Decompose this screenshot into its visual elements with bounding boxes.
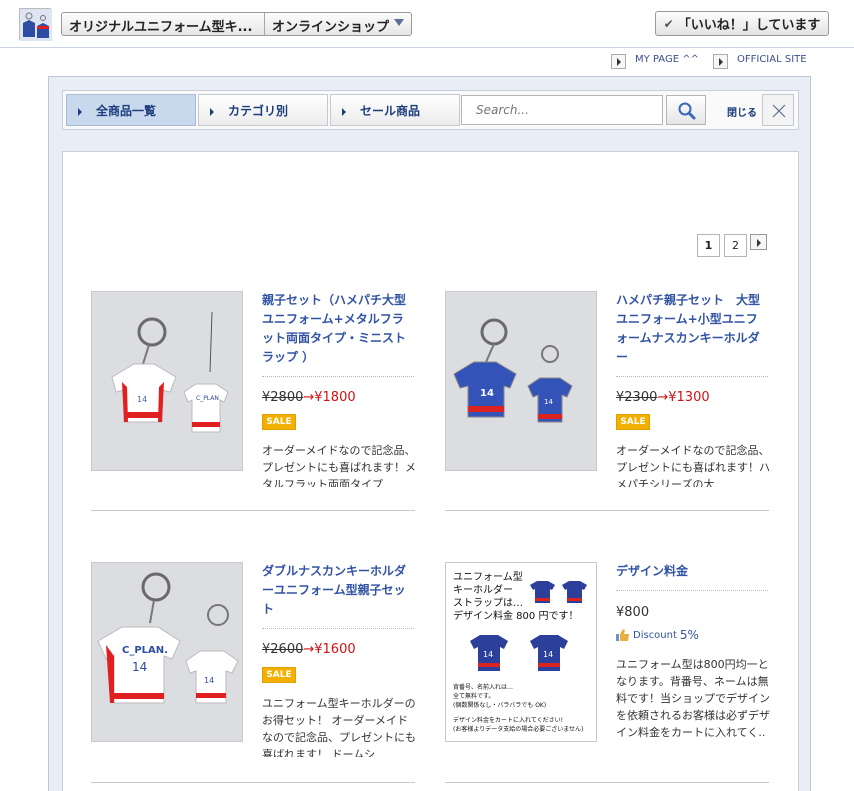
search-icon bbox=[678, 102, 696, 120]
discount-label: Discount bbox=[633, 629, 677, 641]
sale-price: ¥1600 bbox=[314, 642, 356, 657]
official-site-link-label[interactable]: OFFICIAL SITE bbox=[737, 54, 807, 65]
search-input[interactable] bbox=[461, 95, 663, 125]
shop-nav-bar: 全商品一覧 カテゴリ別 セール商品 閉じる bbox=[62, 90, 799, 130]
arrow-right-icon bbox=[210, 108, 214, 116]
tab-sale-items[interactable]: セール商品 bbox=[330, 94, 460, 126]
svg-text:14: 14 bbox=[204, 676, 214, 685]
design-line: デザイン料金 800 円です！ bbox=[453, 611, 579, 622]
sale-badge: SALE bbox=[262, 667, 296, 683]
tab-all-products[interactable]: 全商品一覧 bbox=[66, 94, 196, 126]
svg-text:14: 14 bbox=[543, 650, 553, 659]
svg-text:14: 14 bbox=[544, 398, 553, 406]
close-button[interactable] bbox=[762, 94, 794, 126]
search-button[interactable] bbox=[666, 95, 706, 125]
product-description: オーダーメイドなので記念品、プレゼントにも喜ばれます！メタルフラット両面タイプ bbox=[262, 444, 416, 487]
mypage-link[interactable]: MY PAGE ^^ bbox=[611, 50, 699, 69]
page-2-button[interactable]: 2 bbox=[724, 234, 747, 257]
jersey-icon bbox=[530, 581, 587, 603]
sale-price: ¥1300 bbox=[668, 390, 710, 405]
design-note: デザイン料金をカートに入れてください! bbox=[453, 717, 564, 724]
svg-text:14: 14 bbox=[480, 388, 494, 399]
product-description: ユニフォーム型キーホルダーのお得セット！ オーダーメイドなので記念品、プレゼント… bbox=[262, 697, 416, 757]
svg-text:14: 14 bbox=[132, 660, 147, 674]
divider bbox=[262, 376, 414, 377]
design-note: (お客様よりデータ支給の場合必要ございません) bbox=[453, 726, 584, 733]
next-page-button[interactable] bbox=[750, 234, 767, 250]
jersey-number: 14 bbox=[483, 650, 493, 659]
product-image[interactable]: 14 C_PLAN bbox=[91, 291, 243, 471]
arrow-right-icon bbox=[713, 54, 728, 69]
design-image-notes: 背番号、名前入れは… 全て無料です。 (個数関係なし・バラバラでも OK) デザ… bbox=[453, 683, 583, 734]
sale-badge: SALE bbox=[262, 414, 296, 430]
like-button-label: 「いいね！」しています bbox=[677, 18, 821, 33]
top-bar: オリジナルユニフォーム型キ... オンラインショップ ✔ 「いいね！」しています bbox=[0, 0, 854, 48]
sale-badge: SALE bbox=[616, 414, 650, 430]
like-button[interactable]: ✔ 「いいね！」しています bbox=[655, 11, 829, 36]
product-title-link[interactable]: 親子セット（ハメパチ大型ユニフォーム+メタルフラット両面タイプ・ミニストラップ … bbox=[262, 291, 415, 367]
close-icon bbox=[772, 104, 786, 118]
discount-value: 5% bbox=[679, 628, 699, 642]
tab-categories[interactable]: カテゴリ別 bbox=[198, 94, 328, 126]
arrow-right-icon bbox=[611, 54, 626, 69]
product-title-link[interactable]: ハメパチ親子セット 大型ユニフォーム+小型ユニフォームナスカンキーホルダー bbox=[616, 291, 769, 367]
product-title-link[interactable]: ダブルナスカンキーホルダーユニフォーム型親子セット bbox=[262, 562, 415, 619]
shop-selector[interactable]: オリジナルユニフォーム型キ... オンラインショップ bbox=[61, 12, 412, 36]
product-price: ¥2300→¥1300 bbox=[616, 390, 710, 405]
shop-name[interactable]: オリジナルユニフォーム型キ... bbox=[62, 13, 265, 35]
price-arrow: → bbox=[657, 390, 669, 405]
divider bbox=[262, 628, 414, 629]
old-price: ¥2600 bbox=[262, 642, 304, 657]
price-arrow: → bbox=[303, 642, 315, 657]
old-price: ¥2300 bbox=[616, 390, 658, 405]
design-note: 背番号、名前入れは… bbox=[453, 684, 514, 691]
product-price: ¥2800→¥1800 bbox=[262, 390, 356, 405]
product-price: ¥2600→¥1600 bbox=[262, 642, 356, 657]
product-title-link[interactable]: デザイン料金 bbox=[616, 562, 769, 581]
tab-label: カテゴリ別 bbox=[228, 103, 289, 118]
shop-type-dropdown[interactable]: オンラインショップ bbox=[265, 13, 411, 35]
row-divider bbox=[445, 510, 769, 511]
row-divider bbox=[445, 782, 769, 783]
row-divider bbox=[91, 510, 415, 511]
tab-label: セール商品 bbox=[360, 103, 421, 118]
product-description: ユニフォーム型は800円均一となります。背番号、ネームは無料です！当ショップでデ… bbox=[616, 658, 770, 739]
discount-badge: Discount 5% bbox=[616, 628, 699, 642]
product-image[interactable]: ユニフォーム型 キーホルダー ストラップは… デザイン料金 800 円です！ 1… bbox=[445, 562, 597, 742]
chevron-down-icon[interactable] bbox=[394, 19, 404, 26]
shop-avatar[interactable] bbox=[19, 8, 52, 41]
sale-price: ¥1800 bbox=[314, 390, 356, 405]
close-label[interactable]: 閉じる bbox=[727, 104, 757, 119]
official-site-link[interactable]: OFFICIAL SITE bbox=[713, 50, 807, 69]
svg-text:C_PLAN: C_PLAN bbox=[196, 395, 219, 402]
arrow-right-icon bbox=[78, 108, 82, 116]
product-price: ¥800 bbox=[616, 605, 650, 620]
divider bbox=[616, 376, 768, 377]
arrow-right-icon bbox=[342, 108, 346, 116]
thumbs-up-icon bbox=[616, 629, 629, 641]
design-note: 全て無料です。 bbox=[453, 693, 495, 700]
product-image[interactable]: 14 14 bbox=[445, 291, 597, 471]
design-note: (個数関係なし・バラバラでも OK) bbox=[453, 702, 547, 709]
price-arrow: → bbox=[303, 390, 315, 405]
divider bbox=[616, 590, 768, 591]
product-description: オーダーメイドなので記念品、プレゼントにも喜ばれます！ハメパチシリーズの大 bbox=[616, 444, 770, 487]
jersey-icon: 14 14 bbox=[470, 635, 568, 671]
svg-text:C_PLAN.: C_PLAN. bbox=[122, 645, 168, 656]
row-divider bbox=[91, 782, 415, 783]
page-1-button[interactable]: 1 bbox=[697, 234, 720, 257]
product-image[interactable]: C_PLAN. 14 14 bbox=[91, 562, 243, 742]
svg-text:14: 14 bbox=[137, 395, 147, 404]
check-icon: ✔ bbox=[663, 16, 674, 31]
tab-label: 全商品一覧 bbox=[96, 103, 157, 118]
mypage-link-label[interactable]: MY PAGE ^^ bbox=[635, 54, 699, 65]
old-price: ¥2800 bbox=[262, 390, 304, 405]
